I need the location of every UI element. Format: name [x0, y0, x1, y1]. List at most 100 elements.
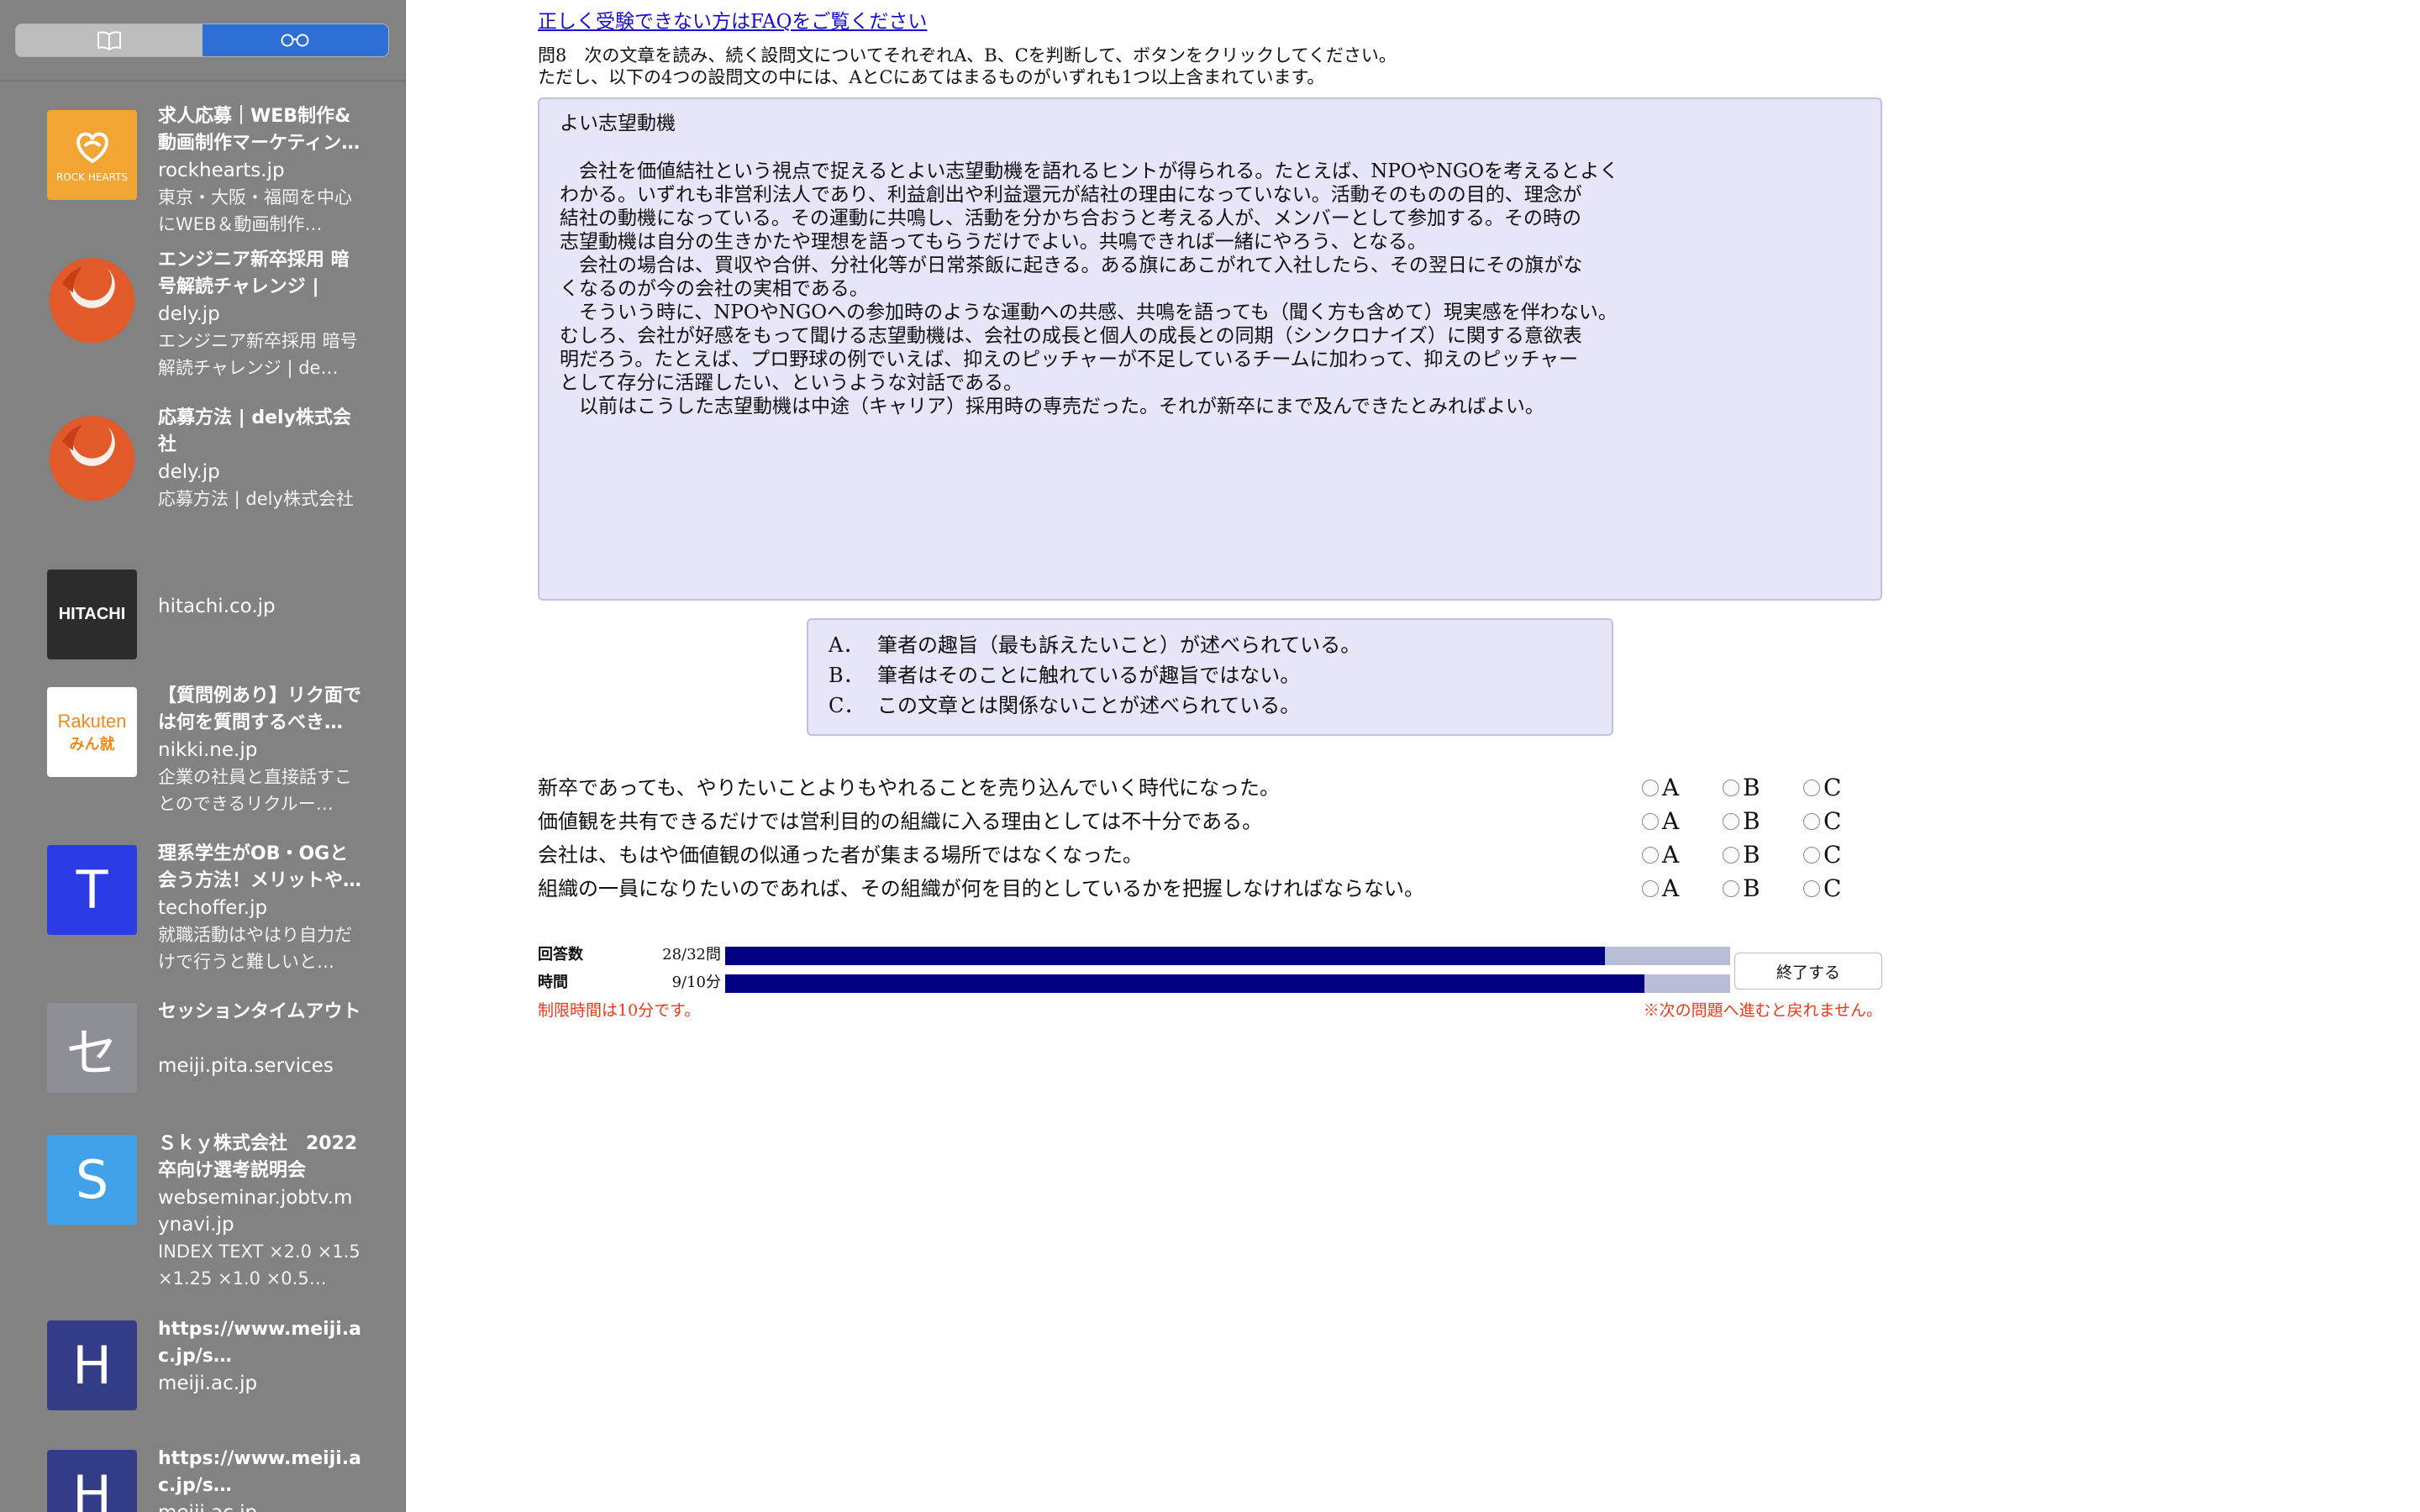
answered-progress-fill — [725, 947, 1605, 965]
option-a[interactable]: A — [1642, 805, 1679, 838]
item-domain: rockhearts.jp — [158, 160, 285, 181]
dely-logo — [47, 411, 137, 501]
sidebar: ROCK HEARTS 求人応募｜WEB制作&動画制作マーケティン… rockh… — [0, 0, 406, 1512]
item-title: Ｓｋｙ株式会社 2022卒向け選考説明会 — [158, 1133, 358, 1181]
item-domain: meiji.ac.jp — [158, 1499, 364, 1512]
item-domain: techoffer.jp — [158, 897, 268, 919]
radio-button[interactable] — [1803, 813, 1820, 830]
option-a[interactable]: A — [1642, 771, 1679, 805]
book-icon — [97, 31, 121, 50]
no-return-note: ※次の問題へ進むと戻れません。 — [1643, 1001, 1882, 1020]
option-c[interactable]: C — [1803, 805, 1841, 838]
item-description: 就職活動はやはり自力だけで行うと難しいと… — [158, 925, 352, 972]
passage-title: よい志望動機 — [560, 113, 676, 134]
question-note: ただし、以下の4つの設問文の中には、AとCにあてはまるものがいずれも1つ以上含ま… — [538, 67, 1325, 87]
time-count: 9/10分 — [671, 974, 721, 991]
thumb-text: HITACHI — [58, 605, 126, 623]
passage-line: むしろ、会社が好感をもって聞ける志望動機は、会社の成長と個人の成長との同期（シン… — [560, 325, 1582, 347]
letter-tile: H — [47, 1320, 137, 1410]
item-title: https://www.meiji.ac.jp/s… — [158, 1319, 361, 1367]
passage-line: 明だろう。たとえば、プロ野球の例でいえば、抑えのピッチャーが不足しているチームに… — [560, 349, 1579, 370]
answered-count: 28/32問 — [662, 946, 721, 963]
thumb-letter: T — [76, 859, 108, 921]
test-content: 正しく受験できない方はFAQをご覧ください 問8 次の文章を読み、続く設問文につ… — [538, 0, 1882, 1092]
faq-link[interactable]: 正しく受験できない方はFAQをご覧ください — [538, 8, 927, 35]
list-item[interactable]: T 理系学生がOB・OGと会う方法！メリットや… techoffer.jp 就職… — [0, 843, 405, 995]
list-item[interactable]: Rakuten みん就 【質問例あり】リク面では何を質問するべき… nikki.… — [0, 685, 405, 837]
radio-button[interactable] — [1803, 880, 1820, 897]
bookmarks-tab[interactable] — [16, 24, 203, 56]
passage-line: 結社の動機になっている。その運動に共鳴し、活動を分かち合おうと考える人が、メンバ… — [560, 207, 1582, 229]
legend-text: この文章とは関係ないことが述べられている。 — [877, 694, 1301, 717]
reading-list-tab[interactable] — [202, 24, 388, 56]
list-item[interactable]: 応募方法 | dely株式会社 dely.jp 応募方法 | dely株式会社 — [0, 407, 405, 562]
question-text: 価値観を共有できるだけでは営利目的の組織に入る理由としては不十分である。 — [538, 810, 1263, 833]
thumb-letter: H — [72, 1464, 112, 1512]
question-row-4: 組織の一員になりたいのであれば、その組織が何を目的としているかを把握しなければな… — [538, 872, 1882, 906]
time-limit-note: 制限時間は10分です。 — [538, 1001, 701, 1020]
list-item[interactable]: ROCK HEARTS 求人応募｜WEB制作&動画制作マーケティン… rockh… — [0, 95, 405, 246]
radio-button[interactable] — [1723, 847, 1739, 864]
sidebar-segmented-control — [15, 24, 389, 57]
item-title: 応募方法 | dely株式会社 — [158, 407, 351, 455]
list-item[interactable]: セ セッションタイムアウト meiji.pita.services — [0, 1001, 405, 1127]
list-item[interactable]: S Ｓｋｙ株式会社 2022卒向け選考説明会 webseminar.jobtv.… — [0, 1133, 405, 1310]
thumb-text: Rakuten — [57, 710, 127, 732]
list-item[interactable]: H https://www.meiji.ac.jp/s… meiji.ac.jp — [0, 1448, 405, 1512]
radio-button[interactable] — [1723, 780, 1739, 796]
end-test-button[interactable]: 終了する — [1734, 953, 1882, 990]
radio-button[interactable] — [1723, 880, 1739, 897]
option-a[interactable]: A — [1642, 872, 1679, 906]
item-description: 企業の社員と直接話すことのできるリクルー… — [158, 767, 352, 814]
option-b[interactable]: B — [1723, 838, 1760, 872]
time-progress-bar — [725, 974, 1730, 993]
passage-line: 以前はこうした志望動機は中途（キャリア）採用時の専売だった。それが新卒にまで及ん… — [560, 396, 1544, 417]
item-title: 理系学生がOB・OGと会う方法！メリットや… — [158, 843, 362, 891]
item-domain: hitachi.co.jp — [158, 596, 276, 617]
thumb-text: ROCK HEARTS — [55, 171, 129, 183]
list-item[interactable]: HITACHI hitachi.co.jp — [0, 568, 405, 685]
legend-item-b: B． 筆者はそのことに触れているが趣旨ではない。 — [829, 660, 1591, 690]
letter-tile: セ — [47, 1003, 137, 1093]
hitachi-logo: HITACHI — [47, 570, 137, 659]
rockhearts-logo: ROCK HEARTS — [47, 110, 137, 200]
item-description: 応募方法 | dely株式会社 — [158, 489, 354, 509]
option-c[interactable]: C — [1803, 771, 1841, 805]
list-item[interactable]: エンジニア新卒採用 暗号解読チャレンジ | de… dely.jp エンジニア新… — [0, 249, 405, 404]
item-domain: meiji.ac.jp — [158, 1373, 258, 1394]
letter-tile: S — [47, 1135, 137, 1225]
option-c[interactable]: C — [1803, 872, 1841, 906]
dely-icon — [49, 415, 135, 501]
question-text: 会社は、もはや価値観の似通った者が集まる場所ではなくなった。 — [538, 843, 1143, 867]
item-description: エンジニア新卒採用 暗号解読チャレンジ | de… — [158, 331, 358, 378]
passage-line: わかる。いずれも非営利法人であり、利益創出や利益還元が結社の理由になっていない。… — [560, 184, 1582, 206]
radio-button[interactable] — [1803, 780, 1820, 796]
passage-line: 会社を価値結社という視点で捉えるとよい志望動機を語れるヒントが得られる。たとえば… — [560, 160, 1619, 182]
radio-button[interactable] — [1642, 847, 1659, 864]
passage-line: として存分に活躍したい、というような対話である。 — [560, 372, 1023, 394]
legend-key: A． — [829, 633, 864, 657]
letter-tile: T — [47, 845, 137, 935]
option-b[interactable]: B — [1723, 805, 1760, 838]
option-b[interactable]: B — [1723, 771, 1760, 805]
legend-item-a: A． 筆者の趣旨（最も訴えたいこと）が述べられている。 — [829, 630, 1591, 660]
radio-button[interactable] — [1642, 813, 1659, 830]
radio-button[interactable] — [1723, 813, 1739, 830]
dely-logo — [47, 253, 137, 343]
question-row-3: 会社は、もはや価値観の似通った者が集まる場所ではなくなった。 A B C — [538, 838, 1882, 872]
legend-item-c: C． この文章とは関係ないことが述べられている。 — [829, 690, 1591, 721]
option-c[interactable]: C — [1803, 838, 1841, 872]
thumb-letter: H — [72, 1335, 112, 1396]
question-text: 新卒であっても、やりたいことよりもやれることを売り込んでいく時代になった。 — [538, 776, 1280, 800]
thumb-subtext: みん就 — [69, 735, 115, 753]
question-row-2: 価値観を共有できるだけでは営利目的の組織に入る理由としては不十分である。 A B… — [538, 805, 1882, 838]
rakuten-logo: Rakuten みん就 — [47, 687, 137, 777]
radio-button[interactable] — [1803, 847, 1820, 864]
option-a[interactable]: A — [1642, 838, 1679, 872]
list-item[interactable]: H https://www.meiji.ac.jp/s… meiji.ac.jp — [0, 1319, 405, 1445]
option-b[interactable]: B — [1723, 872, 1760, 906]
sidebar-divider — [0, 80, 405, 81]
radio-button[interactable] — [1642, 780, 1659, 796]
question-text: 組織の一員になりたいのであれば、その組織が何を目的としているかを把握しなければな… — [538, 877, 1425, 900]
radio-button[interactable] — [1642, 880, 1659, 897]
